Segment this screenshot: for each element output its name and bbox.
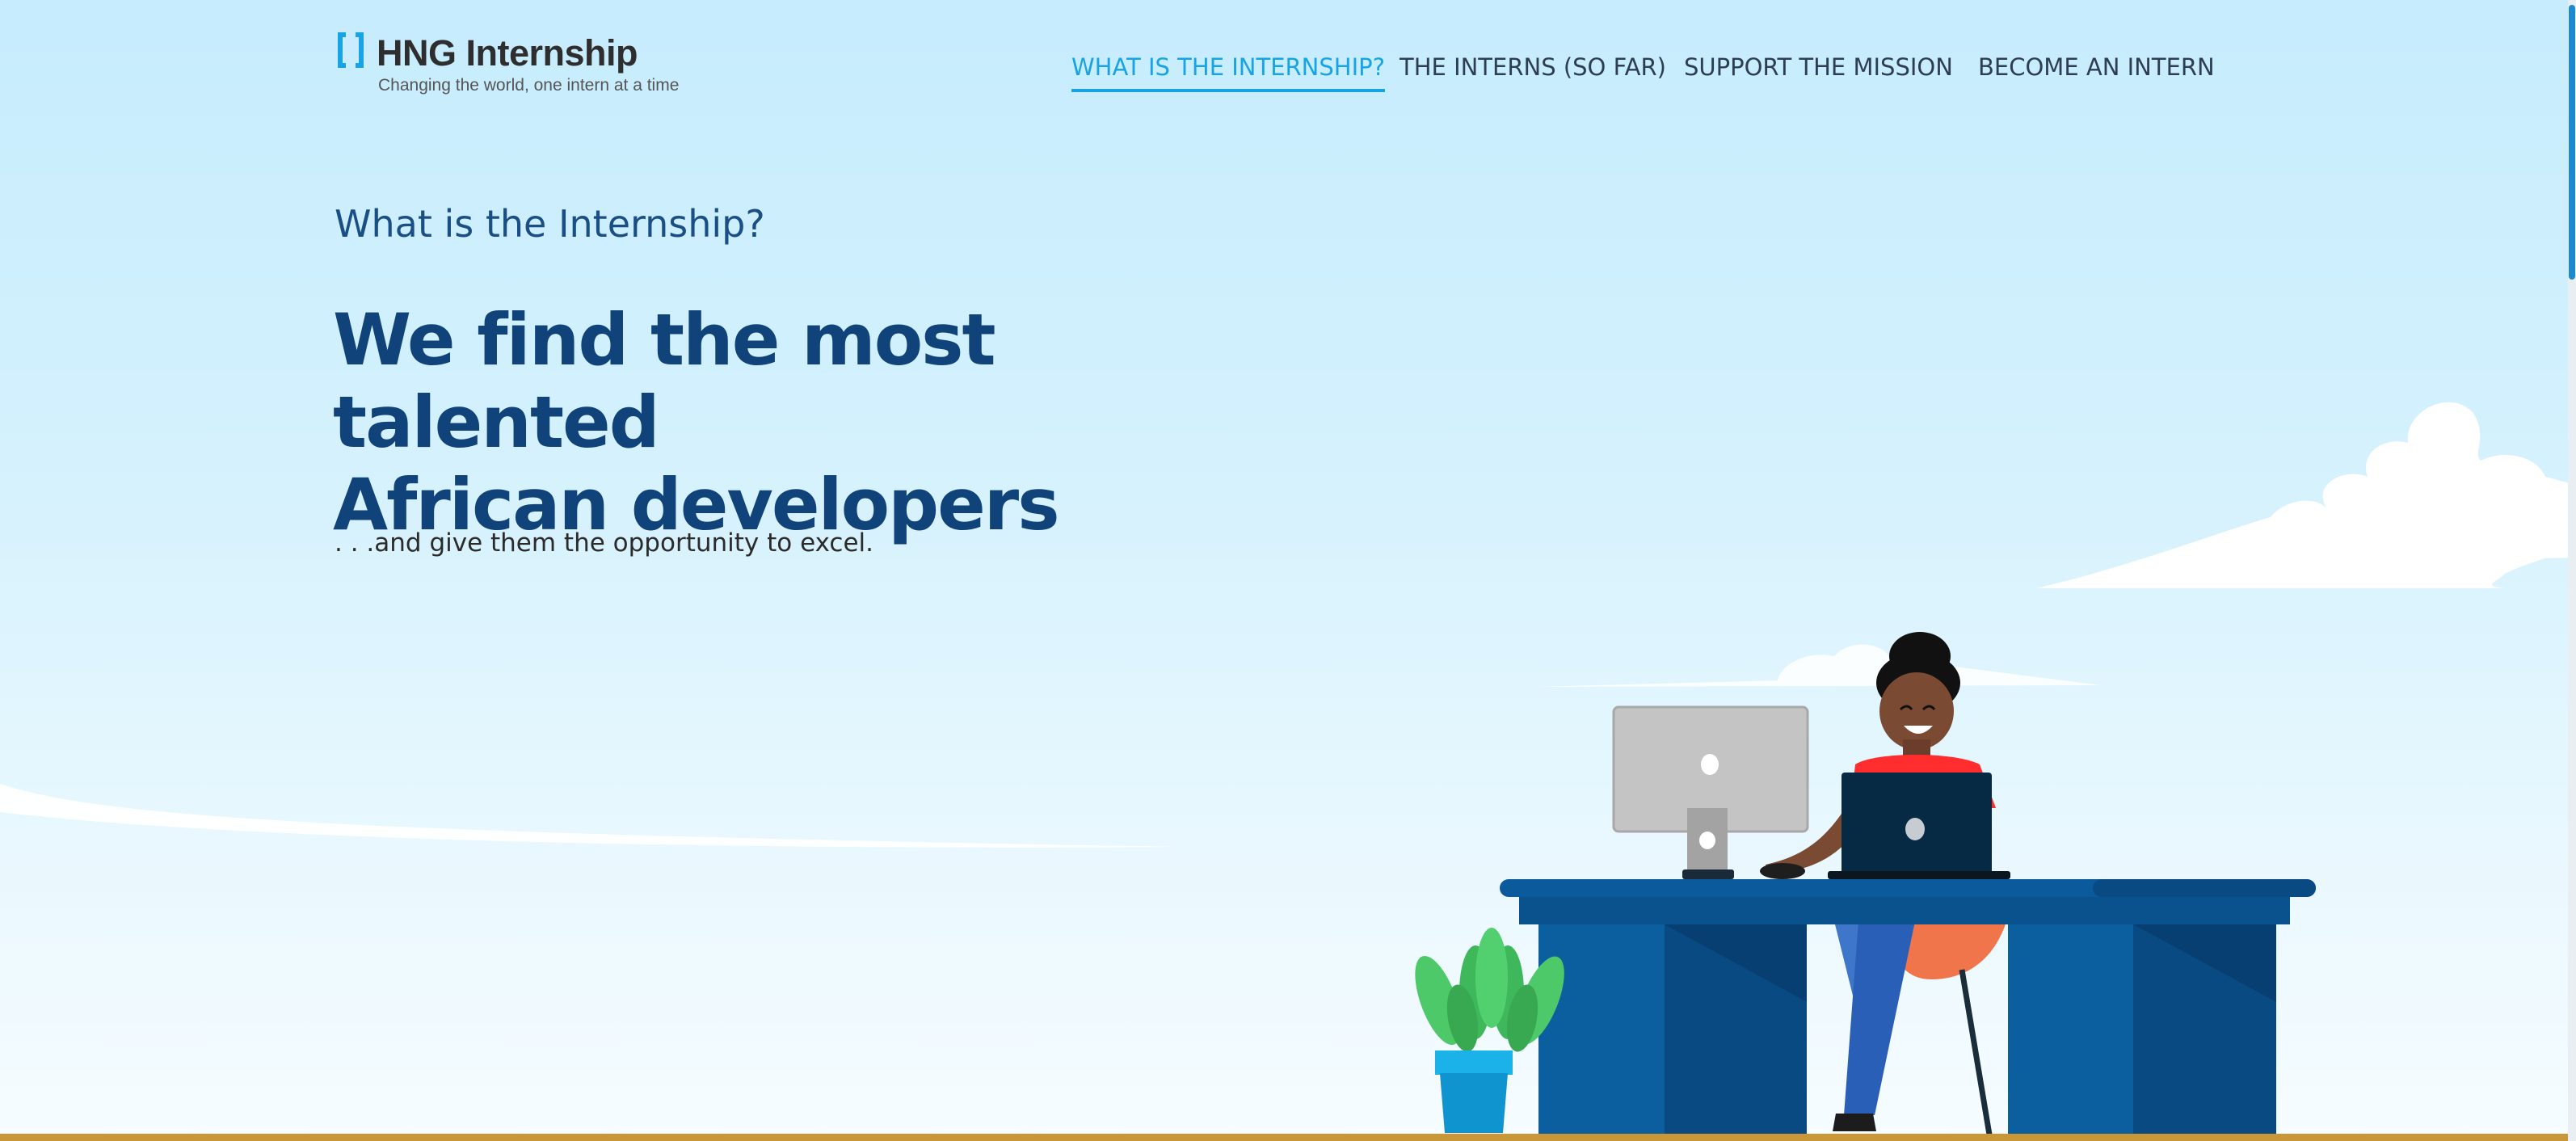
- scrollbar-thumb[interactable]: [2569, 5, 2575, 280]
- page: HNG Internship Changing the world, one i…: [0, 0, 2576, 1141]
- cloud-streak-left: [0, 784, 1180, 848]
- bottom-divider: [0, 1134, 2576, 1141]
- scrollbar-track[interactable]: [2568, 0, 2576, 1141]
- cloud-mid: [1535, 644, 2101, 687]
- laptop-icon: [1828, 773, 2010, 879]
- hero-illustration: [0, 402, 2576, 1135]
- mouse-icon: [1760, 863, 1805, 879]
- desk: [1500, 879, 2316, 1135]
- cloud-right: [2036, 402, 2576, 588]
- monitor-icon: [1612, 705, 1809, 879]
